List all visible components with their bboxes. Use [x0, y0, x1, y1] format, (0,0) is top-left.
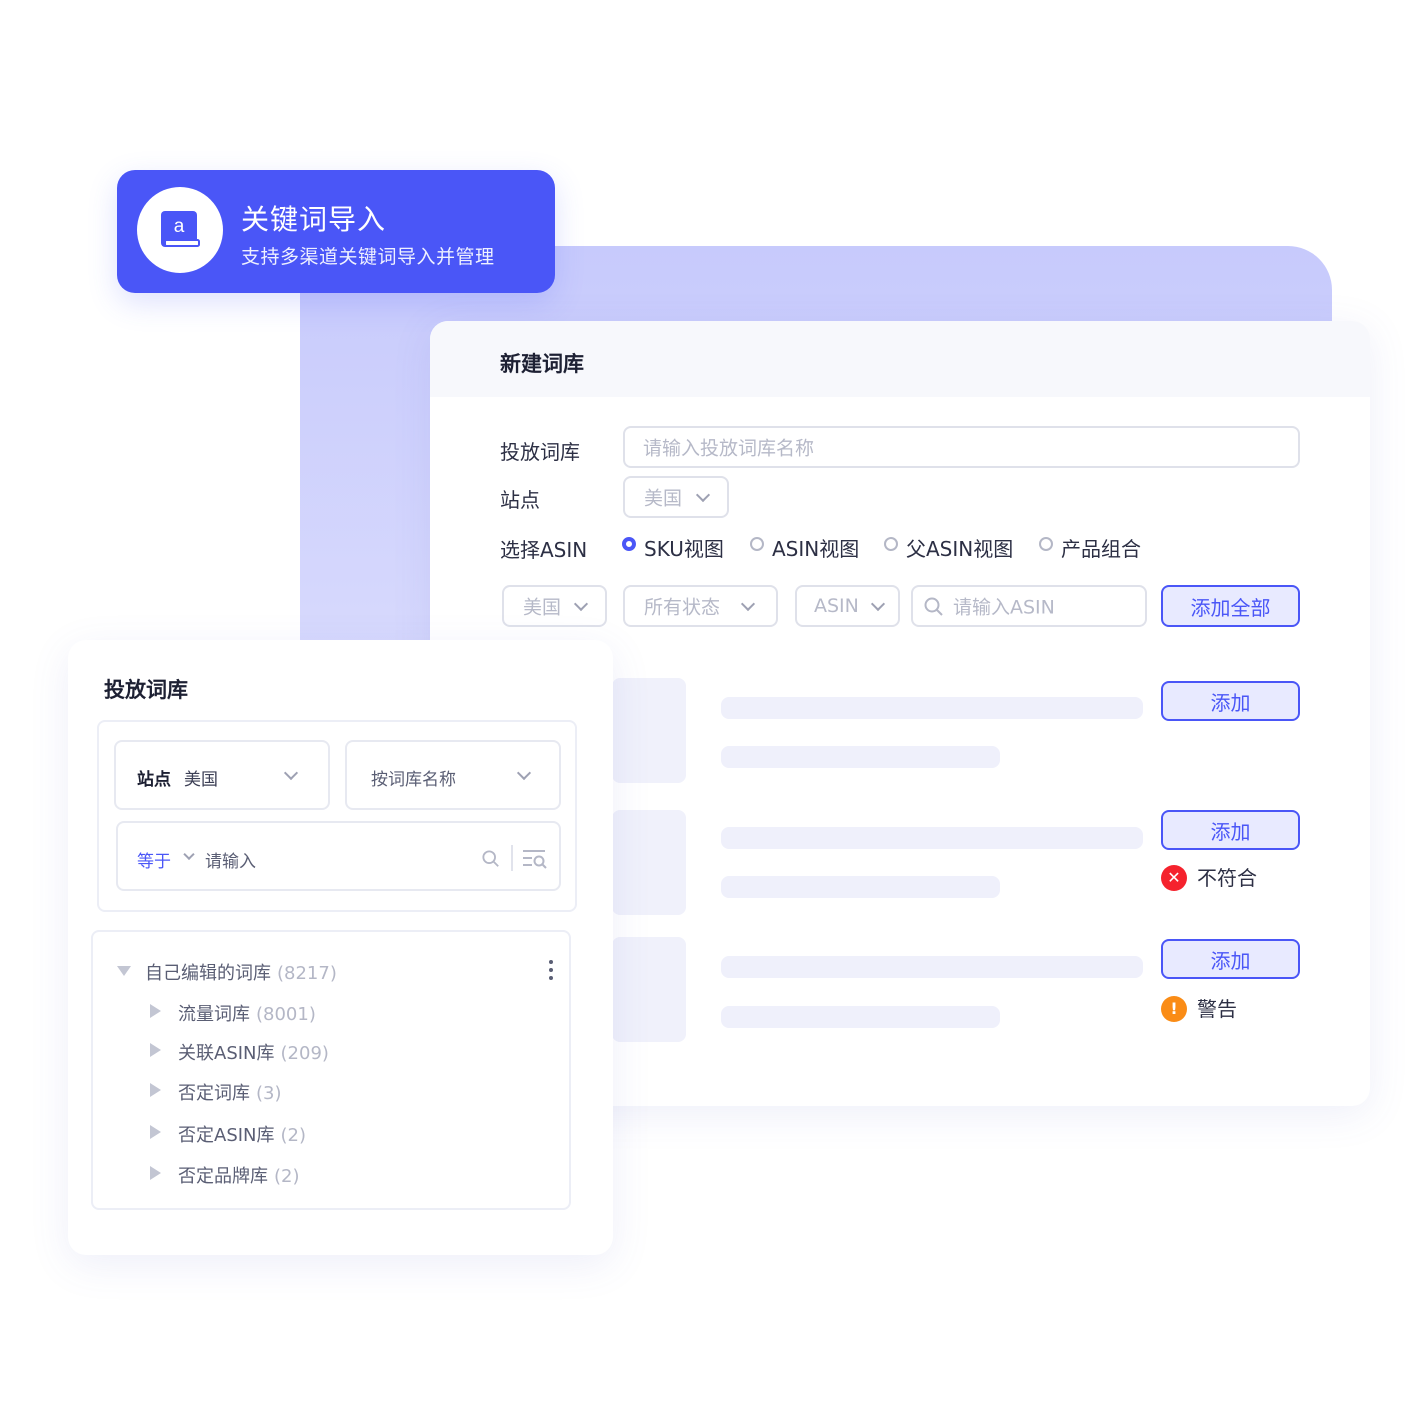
- filter-site-value: 美国: [523, 596, 562, 619]
- radio-unchecked-icon: [884, 537, 898, 551]
- library-tree: 自己编辑的词库 (8217) 流量词库 (8001) 关联ASIN库 (209) 否定…: [91, 930, 571, 1210]
- radio-parent-asin-view[interactable]: 父ASIN视图: [884, 533, 1034, 561]
- status-text: 不符合: [1197, 866, 1257, 890]
- status-not-compliant: ✕ 不符合: [1161, 865, 1281, 891]
- banner-title: 关键词导入: [241, 203, 387, 236]
- chevron-down-icon: [183, 848, 195, 861]
- row-subtitle-placeholder: [721, 1006, 1000, 1028]
- panel-site-select[interactable]: 站点 美国: [114, 740, 330, 810]
- radio-asin-view[interactable]: ASIN视图: [750, 533, 880, 561]
- add-button[interactable]: 添加: [1161, 939, 1300, 979]
- row-subtitle-placeholder: [721, 876, 1000, 898]
- row-subtitle-placeholder: [721, 746, 1000, 768]
- row-title-placeholder: [721, 956, 1143, 978]
- filter-site-select[interactable]: 美国: [502, 585, 607, 627]
- tree-item-label: 自己编辑的词库 (8217): [145, 963, 337, 984]
- divider: [511, 845, 513, 871]
- radio-unchecked-icon: [750, 537, 764, 551]
- caret-right-icon: [150, 1043, 161, 1057]
- chevron-down-icon: [573, 596, 589, 612]
- panel-site-value: 美国: [184, 770, 218, 790]
- dialog-header: 新建词库: [430, 321, 1370, 397]
- panel-sort-select[interactable]: 按词库名称: [345, 740, 561, 810]
- tree-item[interactable]: 关联ASIN库 (209): [150, 1037, 530, 1064]
- panel-title: 投放词库: [104, 678, 188, 702]
- radio-unchecked-icon: [1039, 537, 1053, 551]
- filter-status-value: 所有状态: [644, 596, 721, 619]
- panel-site-label: 站点: [137, 770, 171, 790]
- caret-right-icon: [150, 1004, 161, 1018]
- warning-icon: !: [1161, 996, 1187, 1022]
- error-icon: ✕: [1161, 865, 1187, 891]
- feature-banner: a 关键词导入 支持多渠道关键词导入并管理: [117, 170, 555, 293]
- caret-right-icon: [150, 1083, 161, 1097]
- library-name-input[interactable]: 请输入投放词库名称: [623, 426, 1300, 468]
- radio-label: 父ASIN视图: [906, 537, 1014, 561]
- panel-filter-card: 站点 美国 按词库名称 等于 请输入: [97, 720, 577, 912]
- tree-item-label: 否定词库 (3): [178, 1083, 282, 1104]
- library-panel: 投放词库 站点 美国 按词库名称 等于 请输入 自己编辑的词库 (8217) 流…: [68, 640, 613, 1255]
- caret-down-icon: [117, 966, 131, 976]
- status-text: 警告: [1197, 997, 1237, 1021]
- radio-sku-view[interactable]: SKU视图: [622, 533, 742, 561]
- chevron-down-icon: [740, 596, 756, 612]
- filter-type-value: ASIN: [814, 595, 859, 617]
- tree-item-label: 关联ASIN库 (209): [178, 1043, 329, 1064]
- chevron-down-icon: [283, 765, 299, 781]
- filter-type-select[interactable]: ASIN: [795, 585, 900, 627]
- banner-logo: a: [137, 187, 223, 273]
- add-button[interactable]: 添加: [1161, 681, 1300, 721]
- radio-label: ASIN视图: [772, 537, 860, 561]
- site-label: 站点: [500, 488, 540, 512]
- add-button[interactable]: 添加: [1161, 810, 1300, 850]
- add-all-button[interactable]: 添加全部: [1161, 585, 1300, 627]
- tree-item[interactable]: 流量词库 (8001): [150, 998, 530, 1025]
- tree-item[interactable]: 否定品牌库 (2): [150, 1160, 530, 1187]
- search-icon[interactable]: [482, 850, 500, 868]
- tree-root-item[interactable]: 自己编辑的词库 (8217): [117, 957, 537, 984]
- advanced-filter-icon[interactable]: [522, 849, 548, 869]
- row-thumbnail-placeholder: [612, 810, 686, 915]
- tree-item-label: 流量词库 (8001): [178, 1004, 316, 1025]
- site-select-value: 美国: [644, 487, 683, 510]
- caret-right-icon: [150, 1125, 161, 1139]
- row-thumbnail-placeholder: [612, 937, 686, 1042]
- panel-search-input[interactable]: 等于 请输入: [116, 821, 561, 891]
- radio-label: 产品组合: [1061, 537, 1141, 561]
- filter-status-select[interactable]: 所有状态: [623, 585, 778, 627]
- tree-item-label: 否定品牌库 (2): [178, 1166, 300, 1187]
- radio-checked-icon: [622, 537, 636, 551]
- dialog-title: 新建词库: [500, 352, 584, 376]
- more-options-icon[interactable]: [549, 960, 553, 984]
- chevron-down-icon: [516, 765, 532, 781]
- row-title-placeholder: [721, 827, 1143, 849]
- tree-item[interactable]: 否定ASIN库 (2): [150, 1119, 530, 1146]
- status-warning: ! 警告: [1161, 996, 1281, 1022]
- panel-sort-value: 按词库名称: [371, 770, 456, 790]
- radio-product-group[interactable]: 产品组合: [1039, 533, 1169, 561]
- panel-search-placeholder: 请输入: [205, 852, 256, 872]
- row-title-placeholder: [721, 697, 1143, 719]
- book-letter: a: [174, 216, 185, 237]
- row-thumbnail-placeholder: [612, 678, 686, 783]
- library-label: 投放词库: [500, 440, 580, 464]
- tree-item[interactable]: 否定词库 (3): [150, 1077, 530, 1104]
- search-icon: [924, 597, 943, 616]
- asin-search-placeholder: 请输入ASIN: [953, 596, 1055, 619]
- banner-subtitle: 支持多渠道关键词导入并管理: [241, 246, 495, 268]
- caret-right-icon: [150, 1166, 161, 1180]
- radio-label: SKU视图: [644, 537, 724, 561]
- operator-select[interactable]: 等于: [137, 847, 171, 872]
- asin-search-input[interactable]: 请输入ASIN: [911, 585, 1147, 627]
- asin-label: 选择ASIN: [500, 538, 588, 562]
- library-name-placeholder: 请输入投放词库名称: [643, 437, 815, 460]
- chevron-down-icon: [870, 596, 886, 612]
- chevron-down-icon: [695, 487, 711, 503]
- tree-item-label: 否定ASIN库 (2): [178, 1125, 307, 1146]
- keyword-book-icon: a: [161, 211, 200, 247]
- site-select[interactable]: 美国: [623, 476, 729, 518]
